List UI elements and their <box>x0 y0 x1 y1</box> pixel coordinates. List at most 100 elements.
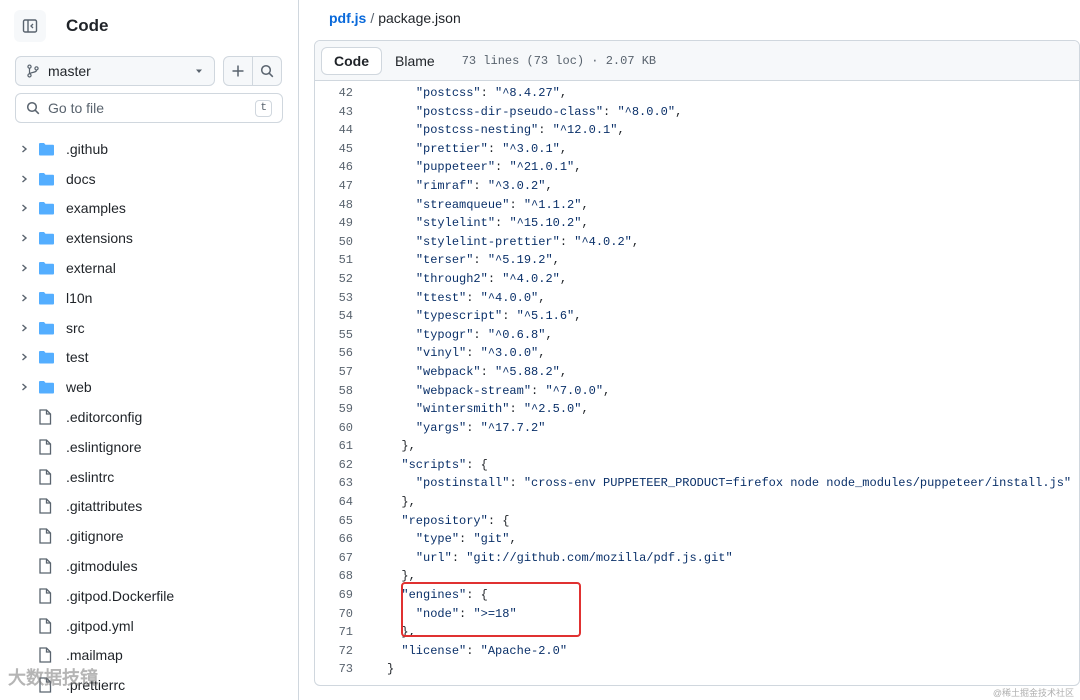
engines-highlight-box <box>401 582 581 637</box>
chevron-right-icon[interactable] <box>16 203 32 213</box>
breadcrumb-repo-link[interactable]: pdf.js <box>329 10 366 26</box>
line-number[interactable]: 60 <box>315 419 367 438</box>
tree-folder-item[interactable]: external <box>0 253 298 283</box>
tree-item-label: .gitpod.Dockerfile <box>66 587 175 604</box>
line-number[interactable]: 68 <box>315 567 367 586</box>
chevron-right-icon[interactable] <box>16 323 32 333</box>
line-number[interactable]: 54 <box>315 307 367 326</box>
tree-item-label: .gitattributes <box>66 498 143 515</box>
line-text: "postcss-dir-pseudo-class": "^8.0.0", <box>415 104 683 119</box>
line-number[interactable]: 59 <box>315 400 367 419</box>
tree-file-item[interactable]: .gitattributes <box>0 492 298 522</box>
code-line: 64 }, <box>315 493 1079 512</box>
file-icon <box>38 617 58 634</box>
tree-folder-item[interactable]: docs <box>0 164 298 194</box>
tree-item-label: .gitignore <box>66 528 124 545</box>
line-number[interactable]: 58 <box>315 382 367 401</box>
tree-folder-item[interactable]: src <box>0 313 298 343</box>
code-line: 55 "typogr": "^0.6.8", <box>315 326 1079 345</box>
line-number[interactable]: 43 <box>315 103 367 122</box>
line-number[interactable]: 52 <box>315 270 367 289</box>
code-line: 57 "webpack": "^5.88.2", <box>315 363 1079 382</box>
line-number[interactable]: 70 <box>315 605 367 624</box>
tree-file-item[interactable]: .gitpod.Dockerfile <box>0 581 298 611</box>
line-number[interactable]: 49 <box>315 214 367 233</box>
add-file-button[interactable] <box>223 56 253 86</box>
code-line: 72 "license": "Apache-2.0" <box>315 642 1079 661</box>
keyboard-shortcut-hint: t <box>255 99 272 117</box>
branch-selector-button[interactable]: master <box>15 56 215 86</box>
tree-folder-item[interactable]: test <box>0 343 298 373</box>
tree-folder-item[interactable]: l10n <box>0 283 298 313</box>
line-number[interactable]: 56 <box>315 344 367 363</box>
tree-item-label: .github <box>66 140 109 157</box>
search-code-button[interactable] <box>252 56 282 86</box>
breadcrumb: pdf.js / package.json <box>329 10 461 26</box>
line-number[interactable]: 55 <box>315 326 367 345</box>
line-number[interactable]: 50 <box>315 233 367 252</box>
tree-file-item[interactable]: .gitpod.yml <box>0 611 298 641</box>
tree-item-label: docs <box>66 170 96 187</box>
tree-file-item[interactable]: .editorconfig <box>0 402 298 432</box>
line-text: "license": "Apache-2.0" <box>401 643 568 658</box>
view-toggle: Code Blame <box>321 46 448 75</box>
line-number[interactable]: 69 <box>315 586 367 605</box>
line-number[interactable]: 63 <box>315 474 367 493</box>
chevron-right-icon[interactable] <box>16 293 32 303</box>
tree-folder-item[interactable]: extensions <box>0 223 298 253</box>
line-number[interactable]: 51 <box>315 251 367 270</box>
line-number[interactable]: 67 <box>315 549 367 568</box>
line-text: "rimraf": "^3.0.2", <box>415 178 553 193</box>
line-number[interactable]: 45 <box>315 140 367 159</box>
sidebar-header: Code <box>14 10 109 42</box>
collapse-sidebar-button[interactable] <box>14 10 46 42</box>
go-to-file-input[interactable] <box>48 100 256 116</box>
folder-icon <box>38 172 58 186</box>
line-number[interactable]: 61 <box>315 437 367 456</box>
line-text: "streamqueue": "^1.1.2", <box>415 197 589 212</box>
line-number[interactable]: 73 <box>315 660 367 679</box>
tree-folder-item[interactable]: .github <box>0 134 298 164</box>
file-tree: .github docs examples extensions external l10… <box>0 134 298 700</box>
line-text: "wintersmith": "^2.5.0", <box>415 402 589 417</box>
line-number[interactable]: 72 <box>315 642 367 661</box>
line-number[interactable]: 42 <box>315 84 367 103</box>
line-text: }, <box>387 495 416 510</box>
go-to-file-field[interactable]: t <box>15 93 283 123</box>
code-line: 59 "wintersmith": "^2.5.0", <box>315 400 1079 419</box>
line-number[interactable]: 46 <box>315 158 367 177</box>
line-text: "puppeteer": "^21.0.1", <box>415 160 582 175</box>
tree-file-item[interactable]: .eslintrc <box>0 462 298 492</box>
chevron-right-icon[interactable] <box>16 144 32 154</box>
chevron-right-icon[interactable] <box>16 382 32 392</box>
folder-icon <box>38 142 58 156</box>
line-number[interactable]: 66 <box>315 530 367 549</box>
tree-folder-item[interactable]: web <box>0 372 298 402</box>
folder-icon <box>38 231 58 245</box>
tree-folder-item[interactable]: examples <box>0 194 298 224</box>
chevron-right-icon[interactable] <box>16 352 32 362</box>
tree-file-item[interactable]: .gitignore <box>0 521 298 551</box>
tree-file-item[interactable]: .gitmodules <box>0 551 298 581</box>
search-icon <box>260 64 274 78</box>
tab-blame[interactable]: Blame <box>382 47 448 75</box>
line-number[interactable]: 47 <box>315 177 367 196</box>
line-number[interactable]: 62 <box>315 456 367 475</box>
line-number[interactable]: 71 <box>315 623 367 642</box>
line-text: "stylelint": "^15.10.2", <box>415 216 589 231</box>
line-number[interactable]: 48 <box>315 196 367 215</box>
tree-item-label: .mailmap <box>66 647 123 664</box>
chevron-right-icon[interactable] <box>16 263 32 273</box>
tab-code[interactable]: Code <box>321 46 382 75</box>
line-number[interactable]: 65 <box>315 512 367 531</box>
chevron-right-icon[interactable] <box>16 174 32 184</box>
tree-file-item[interactable]: .eslintignore <box>0 432 298 462</box>
code-line: 67 "url": "git://github.com/mozilla/pdf.… <box>315 549 1079 568</box>
line-number[interactable]: 53 <box>315 289 367 308</box>
chevron-right-icon[interactable] <box>16 233 32 243</box>
line-number[interactable]: 64 <box>315 493 367 512</box>
folder-icon <box>38 380 58 394</box>
line-text: "stylelint-prettier": "^4.0.2", <box>415 234 640 249</box>
line-number[interactable]: 44 <box>315 121 367 140</box>
line-number[interactable]: 57 <box>315 363 367 382</box>
